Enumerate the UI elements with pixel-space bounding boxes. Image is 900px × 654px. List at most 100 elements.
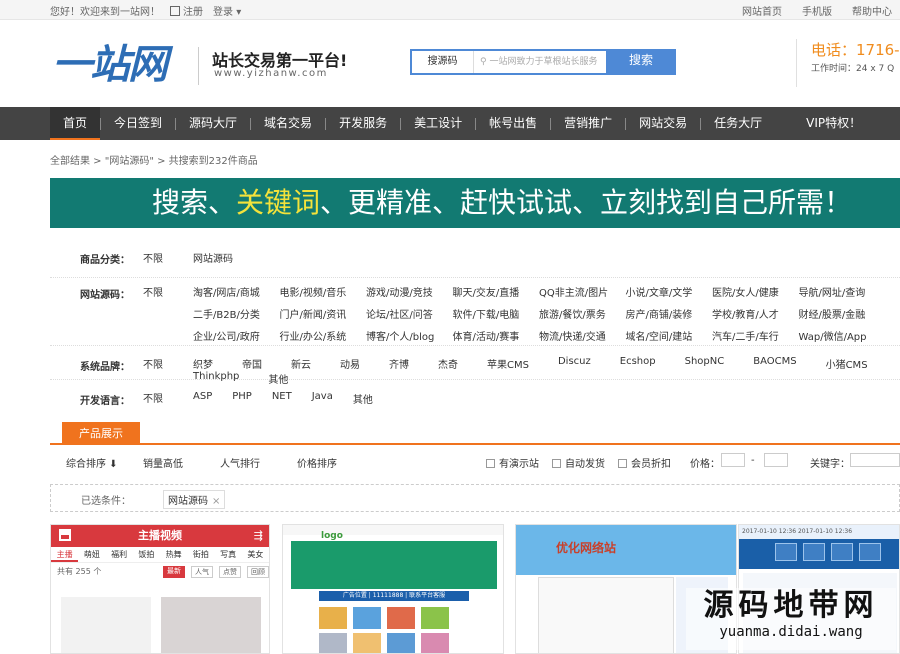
filter-option[interactable]: 游戏/动漫/竞技 bbox=[366, 284, 453, 299]
contact-info: 电话：1716-2 工作时间：24 x 7 Q bbox=[796, 39, 900, 87]
search-banner: 搜索、关键词、更精准、赶快试试、立刻找到自己所需！ bbox=[50, 178, 900, 228]
nav-home[interactable]: 首页 bbox=[50, 107, 101, 140]
filter-option[interactable]: Discuz bbox=[558, 356, 591, 371]
mobile-link[interactable]: 手机版 bbox=[802, 3, 832, 18]
search-category-select[interactable]: 搜源码 bbox=[412, 51, 474, 73]
filter-option[interactable]: 行业/办公/系统 bbox=[280, 328, 367, 343]
home-link[interactable]: 网站首页 bbox=[742, 3, 782, 18]
card-thumb-title: 优化网络站 bbox=[556, 541, 617, 555]
filter-option[interactable]: 汽车/二手/车行 bbox=[712, 328, 799, 343]
filter-option[interactable]: 动易 bbox=[340, 356, 360, 371]
nav-site-trade[interactable]: 网站交易 bbox=[626, 107, 700, 140]
filter-option[interactable]: 二手/B2B/分类 bbox=[193, 306, 280, 321]
product-card[interactable]: 主播视频 ⇶ 主播 萌妞 福利 饭拍 热舞 街拍 写真 美女 共有 255 个 最新 人气 点赞… bbox=[50, 524, 270, 654]
filter-option[interactable]: Wap/微信/App bbox=[799, 328, 886, 343]
filter-row-source: 网站源码： 不限 淘客/网店/商城 电影/视频/音乐 游戏/动漫/竞技 聊天/交友/直… bbox=[50, 278, 900, 346]
selected-tag[interactable]: 网站源码 × bbox=[163, 490, 226, 509]
filter-option[interactable]: 苹果CMS bbox=[487, 356, 529, 371]
nav-task-hall[interactable]: 任务大厅 bbox=[701, 107, 775, 140]
filter-option[interactable]: ShopNC bbox=[685, 356, 725, 371]
search-input[interactable]: ⚲ 一站网致力于草根站长服务 bbox=[474, 51, 606, 73]
card-thumb-tab: 福利 bbox=[111, 550, 128, 559]
nav-source-hall[interactable]: 源码大厅 bbox=[176, 107, 250, 140]
register-link[interactable]: 注册 bbox=[170, 3, 203, 18]
chevron-down-icon: ▾ bbox=[236, 7, 242, 18]
nav-marketing[interactable]: 营销推广 bbox=[551, 107, 625, 140]
filter-option[interactable]: 杰奇 bbox=[438, 356, 458, 371]
price-max-input[interactable] bbox=[764, 453, 788, 467]
filter-option[interactable]: BAOCMS bbox=[753, 356, 796, 371]
filter-option[interactable]: 其他 bbox=[353, 391, 373, 406]
filter-option[interactable]: 物流/快递/交通 bbox=[539, 328, 626, 343]
price-label: 价格： bbox=[690, 459, 720, 470]
member-discount-checkbox[interactable]: 会员折扣 bbox=[618, 455, 671, 470]
nav-dev-service[interactable]: 开发服务 bbox=[326, 107, 400, 140]
domain-text: www.yizhanw.com bbox=[214, 68, 328, 79]
filter-option[interactable]: 学校/教育/人才 bbox=[712, 306, 799, 321]
filter-option[interactable]: 电影/视频/音乐 bbox=[280, 284, 367, 299]
filter-option[interactable]: 齐博 bbox=[389, 356, 409, 371]
filter-option[interactable]: 房产/商铺/装修 bbox=[626, 306, 713, 321]
demo-checkbox[interactable]: 有演示站 bbox=[486, 455, 539, 470]
help-link[interactable]: 帮助中心 bbox=[852, 3, 892, 18]
product-tabs: 产品展示 bbox=[50, 422, 900, 445]
breadcrumb: 全部结果 > "网站源码" > 共搜索到232件商品 bbox=[50, 156, 258, 167]
banner-highlight: 关键词 bbox=[236, 186, 321, 219]
filter-any[interactable]: 不限 bbox=[143, 356, 163, 371]
filter-option[interactable]: PHP bbox=[232, 391, 252, 406]
nav-design[interactable]: 美工设计 bbox=[401, 107, 475, 140]
filter-option[interactable]: 软件/下载/电脑 bbox=[453, 306, 540, 321]
nav-signin[interactable]: 今日签到 bbox=[101, 107, 175, 140]
filter-option[interactable]: 财经/股票/金融 bbox=[799, 306, 886, 321]
nav-account-sale[interactable]: 帐号出售 bbox=[476, 107, 550, 140]
filter-option[interactable]: 小猪CMS bbox=[826, 356, 868, 371]
filter-option[interactable]: 导航/网址/查询 bbox=[799, 284, 886, 299]
filter-option[interactable]: 体育/活动/赛事 bbox=[453, 328, 540, 343]
sort-price[interactable]: 价格排序 bbox=[297, 455, 337, 470]
filter-option[interactable]: 门户/新闻/资讯 bbox=[280, 306, 367, 321]
card-thumb-row: 共有 255 个 最新 人气 点赞 回顾 bbox=[51, 563, 269, 581]
filter-any[interactable]: 不限 bbox=[143, 390, 163, 405]
phone-number: 电话：1716-2 bbox=[811, 41, 900, 59]
filter-option[interactable]: 论坛/社区/问答 bbox=[366, 306, 453, 321]
search-button[interactable]: 搜索 bbox=[606, 49, 676, 75]
filter-option[interactable]: Ecshop bbox=[620, 356, 656, 371]
filter-option[interactable]: ASP bbox=[193, 391, 212, 406]
keyword-input[interactable] bbox=[850, 453, 900, 467]
filter-option[interactable]: 域名/空间/建站 bbox=[626, 328, 713, 343]
close-icon[interactable]: × bbox=[212, 496, 220, 507]
login-dropdown[interactable]: 登录 ▾ bbox=[213, 3, 251, 18]
filter-option[interactable]: 博客/个人/blog bbox=[366, 328, 453, 343]
price-min-input[interactable] bbox=[721, 453, 745, 467]
product-card[interactable]: logo 广告位置 | 11111888 | 联系平台客服 bbox=[282, 524, 504, 654]
filter-option[interactable]: 淘客/网店/商城 bbox=[193, 284, 280, 299]
card-thumb-logo: logo bbox=[321, 531, 343, 541]
auto-ship-checkbox[interactable]: 自动发货 bbox=[552, 455, 605, 470]
sort-default[interactable]: 综合排序 ⬇ bbox=[66, 455, 118, 470]
watermark: 源码地带网 yuanma.didai.wang bbox=[686, 588, 896, 650]
card-thumb-image bbox=[61, 597, 151, 653]
filter-option[interactable]: 医院/女人/健康 bbox=[712, 284, 799, 299]
filter-option[interactable]: QQ非主流/图片 bbox=[539, 284, 626, 299]
filter-option[interactable]: 小说/文章/文学 bbox=[626, 284, 713, 299]
filter-option[interactable]: 网站源码 bbox=[193, 250, 233, 265]
filter-any[interactable]: 不限 bbox=[143, 250, 163, 265]
filter-option[interactable]: NET bbox=[272, 391, 292, 406]
filter-option[interactable]: 新云 bbox=[291, 356, 311, 371]
sort-popularity[interactable]: 人气排行 bbox=[220, 455, 260, 470]
filter-label: 系统品牌： bbox=[80, 362, 130, 373]
filter-option[interactable]: 帝国 bbox=[242, 356, 262, 371]
filter-option[interactable]: Java bbox=[312, 391, 333, 406]
nav-domain-trade[interactable]: 域名交易 bbox=[251, 107, 325, 140]
filter-option[interactable]: 聊天/交友/直播 bbox=[453, 284, 540, 299]
tab-products[interactable]: 产品展示 bbox=[62, 422, 140, 445]
site-logo[interactable]: 一站网 bbox=[52, 43, 168, 87]
filter-option[interactable]: 企业/公司/政府 bbox=[193, 328, 280, 343]
card-thumb-tab: 街拍 bbox=[192, 550, 209, 559]
nav-vip[interactable]: VIP特权！ bbox=[793, 107, 874, 140]
filter-option[interactable]: 旅游/餐饮/票务 bbox=[539, 306, 626, 321]
sort-sales[interactable]: 销量高低 bbox=[143, 455, 183, 470]
filter-any[interactable]: 不限 bbox=[143, 284, 163, 299]
filter-option[interactable]: 织梦 bbox=[193, 356, 213, 371]
card-thumb-tab: 饭拍 bbox=[138, 550, 155, 559]
